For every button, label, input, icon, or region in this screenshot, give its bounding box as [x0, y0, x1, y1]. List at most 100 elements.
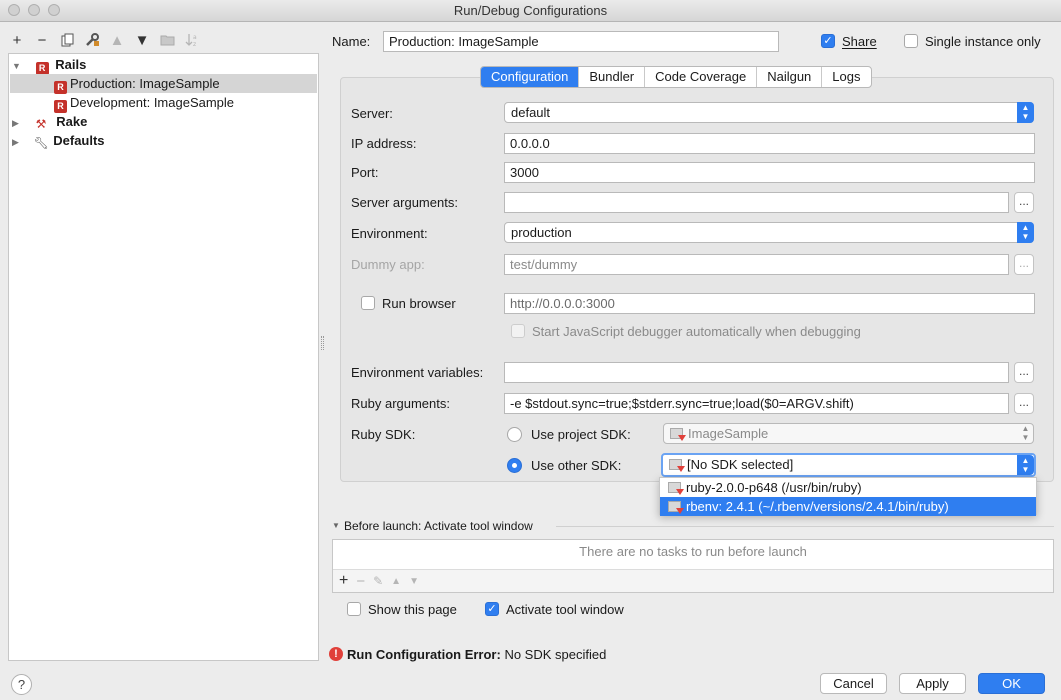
tab-bar: Configuration Bundler Code Coverage Nail… [480, 66, 872, 88]
copy-icon[interactable] [58, 30, 76, 50]
project-sdk-select[interactable]: ImageSample ▲ ▼ [663, 423, 1034, 444]
window-titlebar: Run/Debug Configurations [0, 0, 1061, 22]
before-launch-title[interactable]: Before launch: Activate tool window [344, 517, 533, 535]
activate-tool-window-checkbox[interactable]: ✓ [485, 602, 499, 616]
ip-address-label: IP address: [351, 136, 417, 151]
add-icon[interactable]: + [8, 30, 26, 50]
select-stepper-icon: ▲ ▼ [1017, 455, 1034, 475]
tree-node-rake[interactable]: ▶ ⚒ Rake [12, 112, 87, 131]
sdk-dropdown-list[interactable]: ruby-2.0.0-p648 (/usr/bin/ruby) rbenv: 2… [659, 477, 1037, 516]
dummy-app-browse-button[interactable]: ... [1014, 254, 1034, 275]
server-select-value: default [511, 105, 551, 120]
before-launch-toolbar: + − ✎ ▲ ▼ [333, 569, 1053, 592]
select-stepper-icon: ▲ ▼ [1017, 102, 1034, 123]
sdk-option[interactable]: ruby-2.0.0-p648 (/usr/bin/ruby) [660, 478, 1036, 497]
edit-task-icon[interactable]: ✎ [373, 574, 383, 588]
remove-icon[interactable]: − [33, 30, 51, 50]
ruby-sdk-icon [668, 482, 684, 495]
port-label: Port: [351, 165, 379, 180]
tree-node-production[interactable]: R Production: ImageSample [10, 74, 317, 94]
svg-text:z: z [193, 41, 196, 47]
show-this-page-label[interactable]: Show this page [368, 601, 457, 619]
panel-splitter[interactable] [321, 336, 324, 350]
sort-icon[interactable]: az [183, 30, 201, 50]
tree-toolbar: + − ▲ ▼ az [8, 28, 201, 52]
js-debugger-checkbox[interactable] [511, 324, 525, 338]
configuration-tree[interactable]: ▼ R Rails R Production: ImageSample R Deve… [8, 53, 319, 661]
wrench-icon: 🔧︎ [33, 136, 49, 150]
tree-node-label: Production: ImageSample [70, 76, 220, 91]
tree-node-defaults[interactable]: ▶ 🔧︎ Defaults [12, 131, 105, 150]
tab-nailgun[interactable]: Nailgun [756, 67, 821, 87]
tree-node-development[interactable]: R Development: ImageSample [10, 93, 235, 113]
zoom-window-icon[interactable] [48, 4, 60, 16]
ruby-sdk-icon [669, 459, 685, 472]
use-other-sdk-label[interactable]: Use other SDK: [531, 457, 621, 475]
tab-logs[interactable]: Logs [821, 67, 870, 87]
ruby-arguments-expand-button[interactable]: ... [1014, 393, 1034, 414]
edit-defaults-icon[interactable] [83, 30, 101, 50]
server-arguments-expand-button[interactable]: ... [1014, 192, 1034, 213]
rake-icon: ⚒ [35, 117, 47, 131]
move-down-icon[interactable]: ▼ [133, 30, 151, 50]
environment-select-value: production [511, 225, 572, 240]
move-task-down-icon[interactable]: ▼ [409, 576, 419, 587]
server-arguments-label: Server arguments: [351, 195, 458, 210]
js-debugger-label: Start JavaScript debugger automatically … [532, 324, 861, 339]
name-field[interactable]: Production: ImageSample [383, 31, 779, 52]
single-instance-checkbox[interactable] [904, 34, 918, 48]
tab-code-coverage[interactable]: Code Coverage [644, 67, 756, 87]
ruby-sdk-icon [670, 428, 686, 441]
environment-variables-field[interactable] [504, 362, 1009, 383]
share-label[interactable]: Share [842, 33, 877, 51]
error-message: Run Configuration Error: No SDK specifie… [347, 646, 606, 664]
tree-node-label: Rake [56, 114, 88, 129]
other-sdk-select[interactable]: [No SDK selected] ▲ ▼ [661, 453, 1036, 477]
tree-node-rails[interactable]: ▼ R Rails [12, 55, 87, 75]
tab-configuration[interactable]: Configuration [481, 67, 579, 87]
sdk-option[interactable]: rbenv: 2.4.1 (~/.rbenv/versions/2.4.1/bi… [660, 497, 1036, 516]
environment-variables-edit-button[interactable]: ... [1014, 362, 1034, 383]
use-project-sdk-label[interactable]: Use project SDK: [531, 426, 631, 444]
share-checkbox[interactable]: ✓ [821, 34, 835, 48]
tab-bundler[interactable]: Bundler [578, 67, 644, 87]
server-select[interactable]: default ▲ ▼ [504, 102, 1034, 123]
help-button[interactable]: ? [11, 674, 32, 695]
svg-text:a: a [193, 34, 197, 41]
select-stepper-icon: ▲ ▼ [1017, 222, 1034, 243]
environment-label: Environment: [351, 226, 428, 241]
sdk-option-label: rbenv: 2.4.1 (~/.rbenv/versions/2.4.1/bi… [686, 499, 949, 514]
cancel-button[interactable]: Cancel [820, 673, 887, 694]
move-task-up-icon[interactable]: ▲ [391, 576, 401, 587]
move-up-icon[interactable]: ▲ [108, 30, 126, 50]
run-browser-label[interactable]: Run browser [382, 295, 456, 313]
ruby-arguments-field[interactable]: -e $stdout.sync=true;$stderr.sync=true;l… [504, 393, 1009, 414]
single-instance-label[interactable]: Single instance only [925, 33, 1041, 51]
port-field[interactable]: 3000 [504, 162, 1035, 183]
empty-tasks-text: There are no tasks to run before launch [579, 544, 807, 559]
environment-select[interactable]: production ▲ ▼ [504, 222, 1034, 243]
add-task-icon[interactable]: + [339, 572, 348, 590]
remove-task-icon[interactable]: − [356, 573, 365, 590]
use-project-sdk-radio[interactable] [507, 427, 522, 442]
tree-node-label: Rails [55, 57, 87, 72]
collapse-arrow-icon[interactable]: ▼ [332, 521, 340, 530]
run-browser-url-field[interactable]: http://0.0.0.0:3000 [504, 293, 1035, 314]
collapsed-arrow-icon[interactable]: ▶ [12, 133, 22, 152]
server-arguments-field[interactable] [504, 192, 1009, 213]
ruby-sdk-label: Ruby SDK: [351, 427, 416, 442]
folder-icon[interactable] [158, 30, 176, 50]
tree-node-label: Development: ImageSample [70, 95, 235, 110]
minimize-window-icon[interactable] [28, 4, 40, 16]
section-divider [556, 526, 1054, 527]
dummy-app-field[interactable]: test/dummy [504, 254, 1009, 275]
show-this-page-checkbox[interactable] [347, 602, 361, 616]
close-window-icon[interactable] [8, 4, 20, 16]
ok-button[interactable]: OK [978, 673, 1045, 694]
use-other-sdk-radio[interactable] [507, 458, 522, 473]
ip-address-field[interactable]: 0.0.0.0 [504, 133, 1035, 154]
run-browser-checkbox[interactable] [361, 296, 375, 310]
activate-tool-window-label[interactable]: Activate tool window [506, 601, 624, 619]
sdk-option-label: ruby-2.0.0-p648 (/usr/bin/ruby) [686, 480, 862, 495]
apply-button[interactable]: Apply [899, 673, 966, 694]
